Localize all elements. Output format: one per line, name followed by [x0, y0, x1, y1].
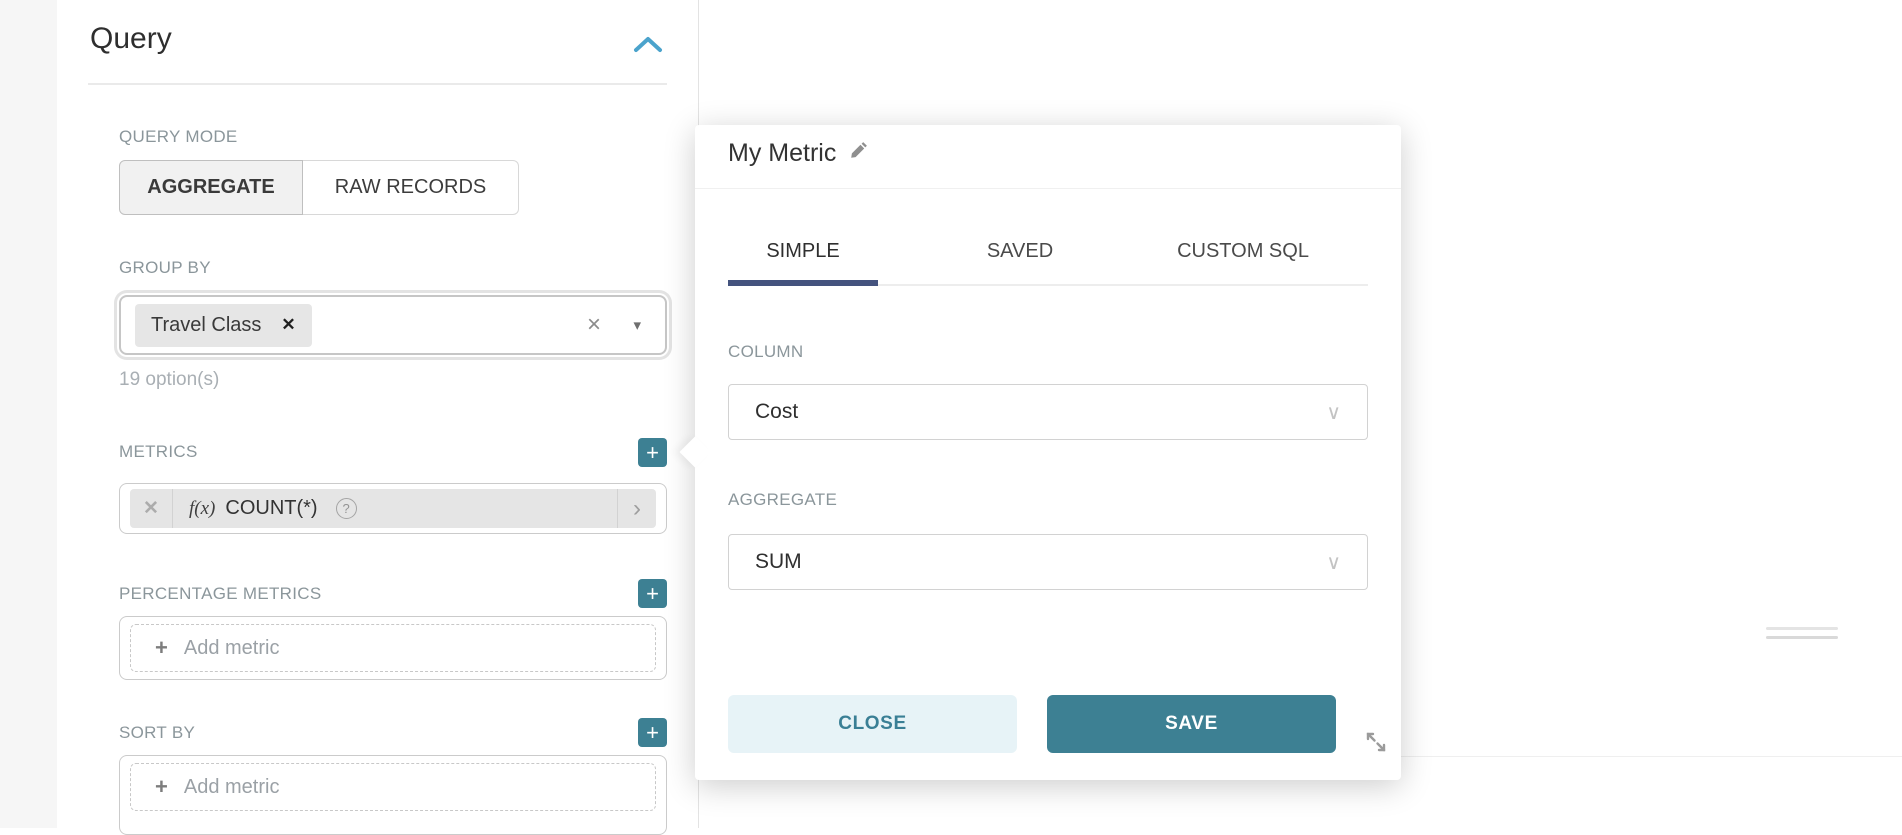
popover-arrow — [679, 436, 710, 467]
sort-by-add-dropzone[interactable]: + Add metric — [130, 763, 656, 811]
query-mode-raw-records-button[interactable]: RAW RECORDS — [303, 160, 519, 215]
metric-edit-popover: My Metric SIMPLE SAVED CUSTOM SQL COLUMN… — [695, 125, 1401, 780]
plus-icon: + — [646, 442, 659, 464]
column-select-value: Cost — [755, 400, 798, 424]
column-label: COLUMN — [728, 342, 803, 362]
plus-icon: + — [646, 722, 659, 744]
collapse-section-button[interactable] — [630, 32, 666, 60]
metric-pill-expand[interactable]: › — [617, 489, 656, 528]
percentage-metrics-label: PERCENTAGE METRICS — [119, 584, 322, 604]
pill-divider — [172, 489, 173, 528]
query-section-title: Query — [90, 22, 172, 56]
remove-metric-icon[interactable]: ✕ — [130, 497, 172, 520]
plus-icon: + — [155, 774, 168, 800]
aggregate-select[interactable]: SUM ∨ — [728, 534, 1368, 590]
percentage-metrics-add-dropzone[interactable]: + Add metric — [130, 624, 656, 672]
group-by-label: GROUP BY — [119, 258, 211, 278]
popover-title: My Metric — [728, 139, 836, 168]
column-select[interactable]: Cost ∨ — [728, 384, 1368, 440]
metrics-label: METRICS — [119, 442, 198, 462]
tab-custom-sql[interactable]: CUSTOM SQL — [1168, 240, 1318, 263]
add-metric-placeholder: Add metric — [184, 637, 280, 660]
active-tab-indicator — [728, 280, 878, 286]
chevron-up-icon — [630, 32, 666, 60]
metrics-container: ✕ f(x) COUNT(*) ? › — [119, 483, 667, 534]
help-icon[interactable]: ? — [336, 498, 357, 519]
group-by-chip-label: Travel Class — [151, 314, 261, 337]
percentage-metrics-container: + Add metric — [119, 616, 667, 680]
tab-simple[interactable]: SIMPLE — [728, 240, 878, 263]
group-by-select[interactable]: Travel Class ✕ × ▾ — [119, 295, 667, 355]
plus-icon: + — [155, 635, 168, 661]
left-gutter — [0, 0, 57, 828]
sort-by-label: SORT BY — [119, 723, 195, 743]
sort-by-container: + Add metric — [119, 755, 667, 835]
query-mode-aggregate-button[interactable]: AGGREGATE — [119, 160, 303, 215]
add-sort-by-button[interactable]: + — [638, 718, 667, 747]
query-mode-segmented-control: AGGREGATE RAW RECORDS — [119, 160, 519, 215]
tab-saved[interactable]: SAVED — [945, 240, 1095, 263]
pencil-icon — [848, 139, 870, 161]
aggregate-select-value: SUM — [755, 550, 802, 574]
edit-title-button[interactable] — [848, 139, 870, 168]
plus-icon: + — [646, 583, 659, 605]
metric-pill-count[interactable]: ✕ f(x) COUNT(*) ? › — [130, 489, 656, 528]
popover-resize-handle[interactable] — [1363, 729, 1389, 755]
drag-handle-line[interactable] — [1766, 627, 1838, 630]
metric-pill-label: COUNT(*) — [225, 497, 317, 520]
aggregate-label: AGGREGATE — [728, 490, 837, 510]
function-icon: f(x) — [189, 498, 215, 520]
chevron-down-icon: ∨ — [1326, 400, 1341, 425]
popover-header-divider — [695, 188, 1401, 189]
group-by-chip[interactable]: Travel Class ✕ — [135, 304, 312, 347]
add-metric-button[interactable]: + — [638, 438, 667, 467]
group-by-options-hint: 19 option(s) — [119, 369, 219, 391]
add-percentage-metric-button[interactable]: + — [638, 579, 667, 608]
drag-handle-line[interactable] — [1766, 636, 1838, 639]
chevron-down-icon: ∨ — [1326, 550, 1341, 575]
save-button[interactable]: SAVE — [1047, 695, 1336, 753]
query-mode-label: QUERY MODE — [119, 127, 238, 147]
caret-down-icon[interactable]: ▾ — [633, 316, 641, 334]
close-button[interactable]: CLOSE — [728, 695, 1017, 753]
section-divider — [88, 83, 667, 85]
add-metric-placeholder: Add metric — [184, 776, 280, 799]
resize-diagonal-icon — [1363, 729, 1389, 755]
chevron-right-icon: › — [618, 495, 656, 523]
clear-select-icon[interactable]: × — [587, 313, 601, 337]
remove-chip-icon[interactable]: ✕ — [281, 315, 295, 335]
